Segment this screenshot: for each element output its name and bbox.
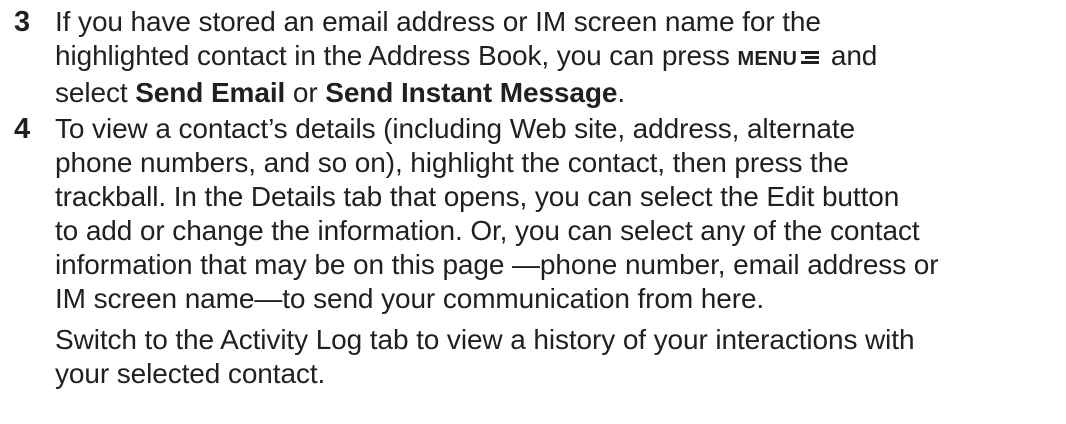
send-email-option: Send Email — [135, 77, 286, 108]
activity-log-paragraph: Switch to the Activity Log tab to view a… — [55, 323, 1050, 391]
text-segment: . — [617, 77, 626, 108]
step-text: If you have stored an email address or I… — [55, 5, 1050, 110]
text-line: highlighted contact in the Address Book,… — [55, 39, 1050, 76]
send-im-option: Send Instant Message — [325, 77, 618, 108]
text-line: IM screen name—to send your communicatio… — [55, 283, 765, 314]
text-line: information that may be on this page —ph… — [55, 249, 939, 280]
menu-key-label: MENU — [737, 48, 798, 70]
text-segment: select — [55, 77, 136, 108]
text-line: If you have stored an email address or I… — [55, 6, 821, 37]
step-text: To view a contact’s details (including W… — [55, 112, 1050, 391]
step-number: 4 — [14, 113, 31, 145]
text-line: phone numbers, and so on), highlight the… — [55, 147, 849, 178]
step-number: 3 — [14, 6, 31, 38]
text-line: trackball. In the Details tab that opens… — [55, 181, 900, 212]
text-segment: or — [285, 77, 326, 108]
text-line: Switch to the Activity Log tab to view a… — [55, 324, 915, 355]
text-line: select Send Email or Send Instant Messag… — [55, 76, 1050, 110]
text-line: To view a contact’s details (including W… — [55, 113, 856, 144]
text-line: your selected contact. — [55, 358, 326, 389]
text-segment: highlighted contact in the Address Book,… — [55, 40, 738, 71]
instruction-page: 3 If you have stored an email address or… — [0, 0, 1066, 424]
menu-icon — [801, 50, 820, 64]
text-segment: and — [823, 40, 878, 71]
text-line: to add or change the information. Or, yo… — [55, 215, 920, 246]
